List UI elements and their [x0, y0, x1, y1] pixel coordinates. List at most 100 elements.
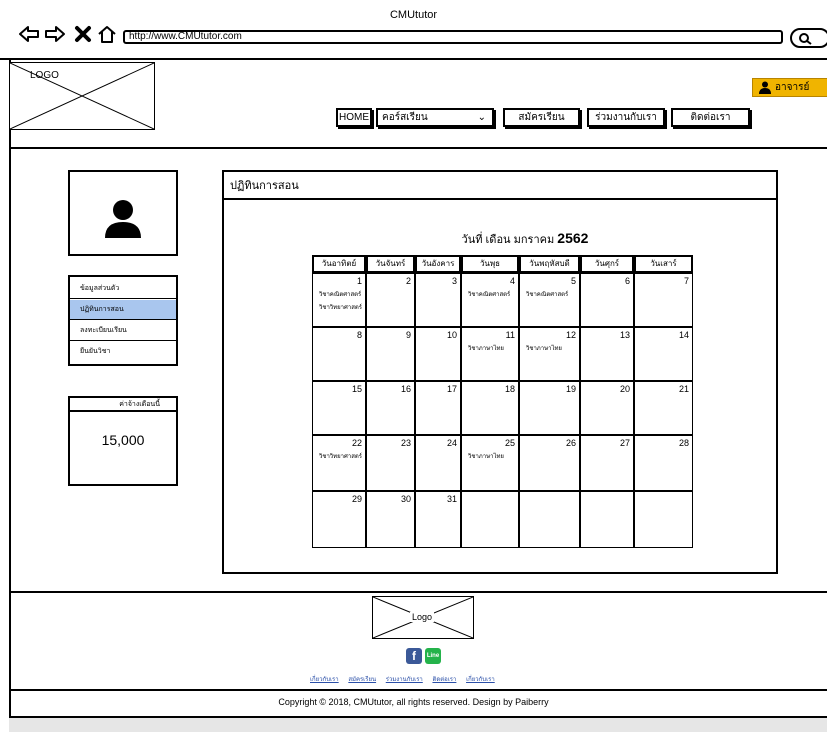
- calendar-day-cell[interactable]: 31: [415, 491, 461, 548]
- calendar-day-cell[interactable]: 20: [580, 381, 634, 435]
- day-number: 15: [351, 384, 362, 394]
- day-number: 8: [356, 330, 362, 340]
- day-number: 2: [405, 276, 411, 286]
- calendar-day-cell[interactable]: 27: [580, 435, 634, 491]
- facebook-icon[interactable]: f: [406, 648, 422, 664]
- calendar-event[interactable]: วิชาคณิตศาสตร์: [468, 289, 510, 299]
- calendar-day-cell[interactable]: 3: [415, 273, 461, 327]
- day-number: 1: [356, 276, 362, 286]
- profile-avatar: [68, 170, 178, 256]
- browser-status-bar: [9, 716, 827, 732]
- close-icon[interactable]: [72, 24, 94, 44]
- calendar-day-cell[interactable]: 26: [519, 435, 580, 491]
- calendar-day-cell[interactable]: 28: [634, 435, 693, 491]
- day-number: 28: [678, 438, 689, 448]
- calendar-day-cell[interactable]: 1 วิชาคณิตศาสตร์วิชาวิทยาศาสตร์: [312, 273, 366, 327]
- header-divider: [9, 147, 827, 149]
- calendar-day-cell[interactable]: 15: [312, 381, 366, 435]
- footer-divider-2: [9, 689, 827, 691]
- calendar-day-cell[interactable]: 22 วิชาวิทยาศาสตร์: [312, 435, 366, 491]
- calendar-day-cell[interactable]: [634, 491, 693, 548]
- footer-link-register[interactable]: สมัครเรียน: [348, 677, 376, 683]
- nav-course-label: คอร์สเรียน: [382, 112, 428, 123]
- calendar-day-cell[interactable]: 24: [415, 435, 461, 491]
- line-icon-label: Line: [426, 653, 440, 659]
- sidebar-menu: ข้อมูลส่วนตัว ปฏิทินการสอน ลงทะเบียนเรีย…: [68, 275, 178, 366]
- calendar-event[interactable]: วิชาภาษาไทย: [468, 451, 504, 461]
- calendar-day-cell[interactable]: 21: [634, 381, 693, 435]
- back-arrow-icon[interactable]: [18, 24, 40, 44]
- calendar-event[interactable]: วิชาวิทยาศาสตร์: [319, 302, 362, 312]
- calendar-day-cell[interactable]: [580, 491, 634, 548]
- search-icon: [799, 33, 812, 45]
- calendar-event[interactable]: วิชาภาษาไทย: [526, 343, 562, 353]
- calendar-day-cell[interactable]: 10: [415, 327, 461, 381]
- date-year: 2562: [557, 230, 589, 246]
- nav-home-button[interactable]: HOME: [336, 108, 372, 127]
- nav-join-button[interactable]: ร่วมงานกับเรา: [587, 108, 665, 127]
- day-number: 20: [619, 384, 630, 394]
- footer-links: เกี่ยวกับเรา สมัครเรียน ร่วมงานกับเรา ติ…: [310, 674, 503, 684]
- footer-link-join[interactable]: ร่วมงานกับเรา: [386, 677, 423, 683]
- calendar-day-cell[interactable]: 8: [312, 327, 366, 381]
- calendar-event[interactable]: วิชาคณิตศาสตร์: [319, 289, 361, 299]
- sidebar-item-confirm[interactable]: ยืนยันวิชา: [70, 342, 176, 362]
- footer-link-about-2[interactable]: เกี่ยวกับเรา: [466, 677, 495, 683]
- calendar-day-cell[interactable]: [461, 491, 519, 548]
- footer-link-about[interactable]: เกี่ยวกับเรา: [310, 677, 339, 683]
- calendar-day-cell[interactable]: 5 วิชาคณิตศาสตร์: [519, 273, 580, 327]
- weekday-header: วันอังคาร: [415, 255, 461, 273]
- salary-card: ค่าจ้างเดือนนี้ 15,000: [68, 396, 178, 486]
- calendar-day-cell[interactable]: 30: [366, 491, 415, 548]
- calendar-event[interactable]: วิชาภาษาไทย: [468, 343, 504, 353]
- avatar-icon: [105, 200, 141, 238]
- calendar-day-cell[interactable]: [519, 491, 580, 548]
- calendar-event[interactable]: วิชาวิทยาศาสตร์: [319, 451, 362, 461]
- address-bar[interactable]: http://www.CMUtutor.com: [123, 30, 783, 44]
- footer-divider: [9, 591, 827, 593]
- sidebar-item-calendar[interactable]: ปฏิทินการสอน: [70, 300, 176, 320]
- calendar-day-cell[interactable]: 17: [415, 381, 461, 435]
- calendar-event[interactable]: วิชาคณิตศาสตร์: [526, 289, 568, 299]
- panel-title: ปฏิทินการสอน: [224, 172, 776, 200]
- user-account-button[interactable]: อาจารย์: [752, 78, 827, 97]
- day-number: 4: [509, 276, 515, 286]
- sidebar-item-enroll[interactable]: ลงทะเบียนเรียน: [70, 321, 176, 341]
- calendar-day-cell[interactable]: 6: [580, 273, 634, 327]
- day-number: 29: [351, 494, 362, 504]
- calendar-day-cell[interactable]: 12 วิชาภาษาไทย: [519, 327, 580, 381]
- forward-arrow-icon[interactable]: [44, 24, 66, 44]
- day-number: 16: [400, 384, 411, 394]
- weekday-header: วันเสาร์: [634, 255, 693, 273]
- calendar-day-cell[interactable]: 23: [366, 435, 415, 491]
- calendar-day-cell[interactable]: 9: [366, 327, 415, 381]
- copyright-text: Copyright © 2018, CMUtutor, all rights r…: [278, 697, 549, 707]
- sidebar-item-profile[interactable]: ข้อมูลส่วนตัว: [70, 279, 176, 299]
- calendar-day-cell[interactable]: 19: [519, 381, 580, 435]
- salary-value: 15,000: [101, 432, 145, 448]
- calendar-day-cell[interactable]: 2: [366, 273, 415, 327]
- logo-text: LOGO: [30, 70, 59, 81]
- weekday-header: วันอาทิตย์: [312, 255, 366, 273]
- calendar-day-cell[interactable]: 13: [580, 327, 634, 381]
- line-icon[interactable]: Line: [425, 648, 441, 664]
- user-icon: [759, 81, 771, 94]
- nav-register-button[interactable]: สมัครเรียน: [503, 108, 580, 127]
- calendar-day-cell[interactable]: 4 วิชาคณิตศาสตร์: [461, 273, 519, 327]
- day-number: 22: [351, 438, 362, 448]
- nav-course-dropdown[interactable]: คอร์สเรียน ⌄: [376, 108, 494, 127]
- calendar-day-cell[interactable]: 25 วิชาภาษาไทย: [461, 435, 519, 491]
- calendar-day-cell[interactable]: 7: [634, 273, 693, 327]
- salary-label: ค่าจ้างเดือนนี้: [70, 398, 176, 412]
- calendar-day-cell[interactable]: 11 วิชาภาษาไทย: [461, 327, 519, 381]
- weekday-header: วันจันทร์: [366, 255, 415, 273]
- search-button[interactable]: [790, 28, 827, 48]
- home-icon[interactable]: [96, 24, 118, 44]
- day-number: 9: [405, 330, 411, 340]
- calendar-day-cell[interactable]: 18: [461, 381, 519, 435]
- calendar-day-cell[interactable]: 14: [634, 327, 693, 381]
- calendar-day-cell[interactable]: 29: [312, 491, 366, 548]
- nav-contact-button[interactable]: ติดต่อเรา: [671, 108, 750, 127]
- footer-link-contact[interactable]: ติดต่อเรา: [432, 677, 456, 683]
- calendar-day-cell[interactable]: 16: [366, 381, 415, 435]
